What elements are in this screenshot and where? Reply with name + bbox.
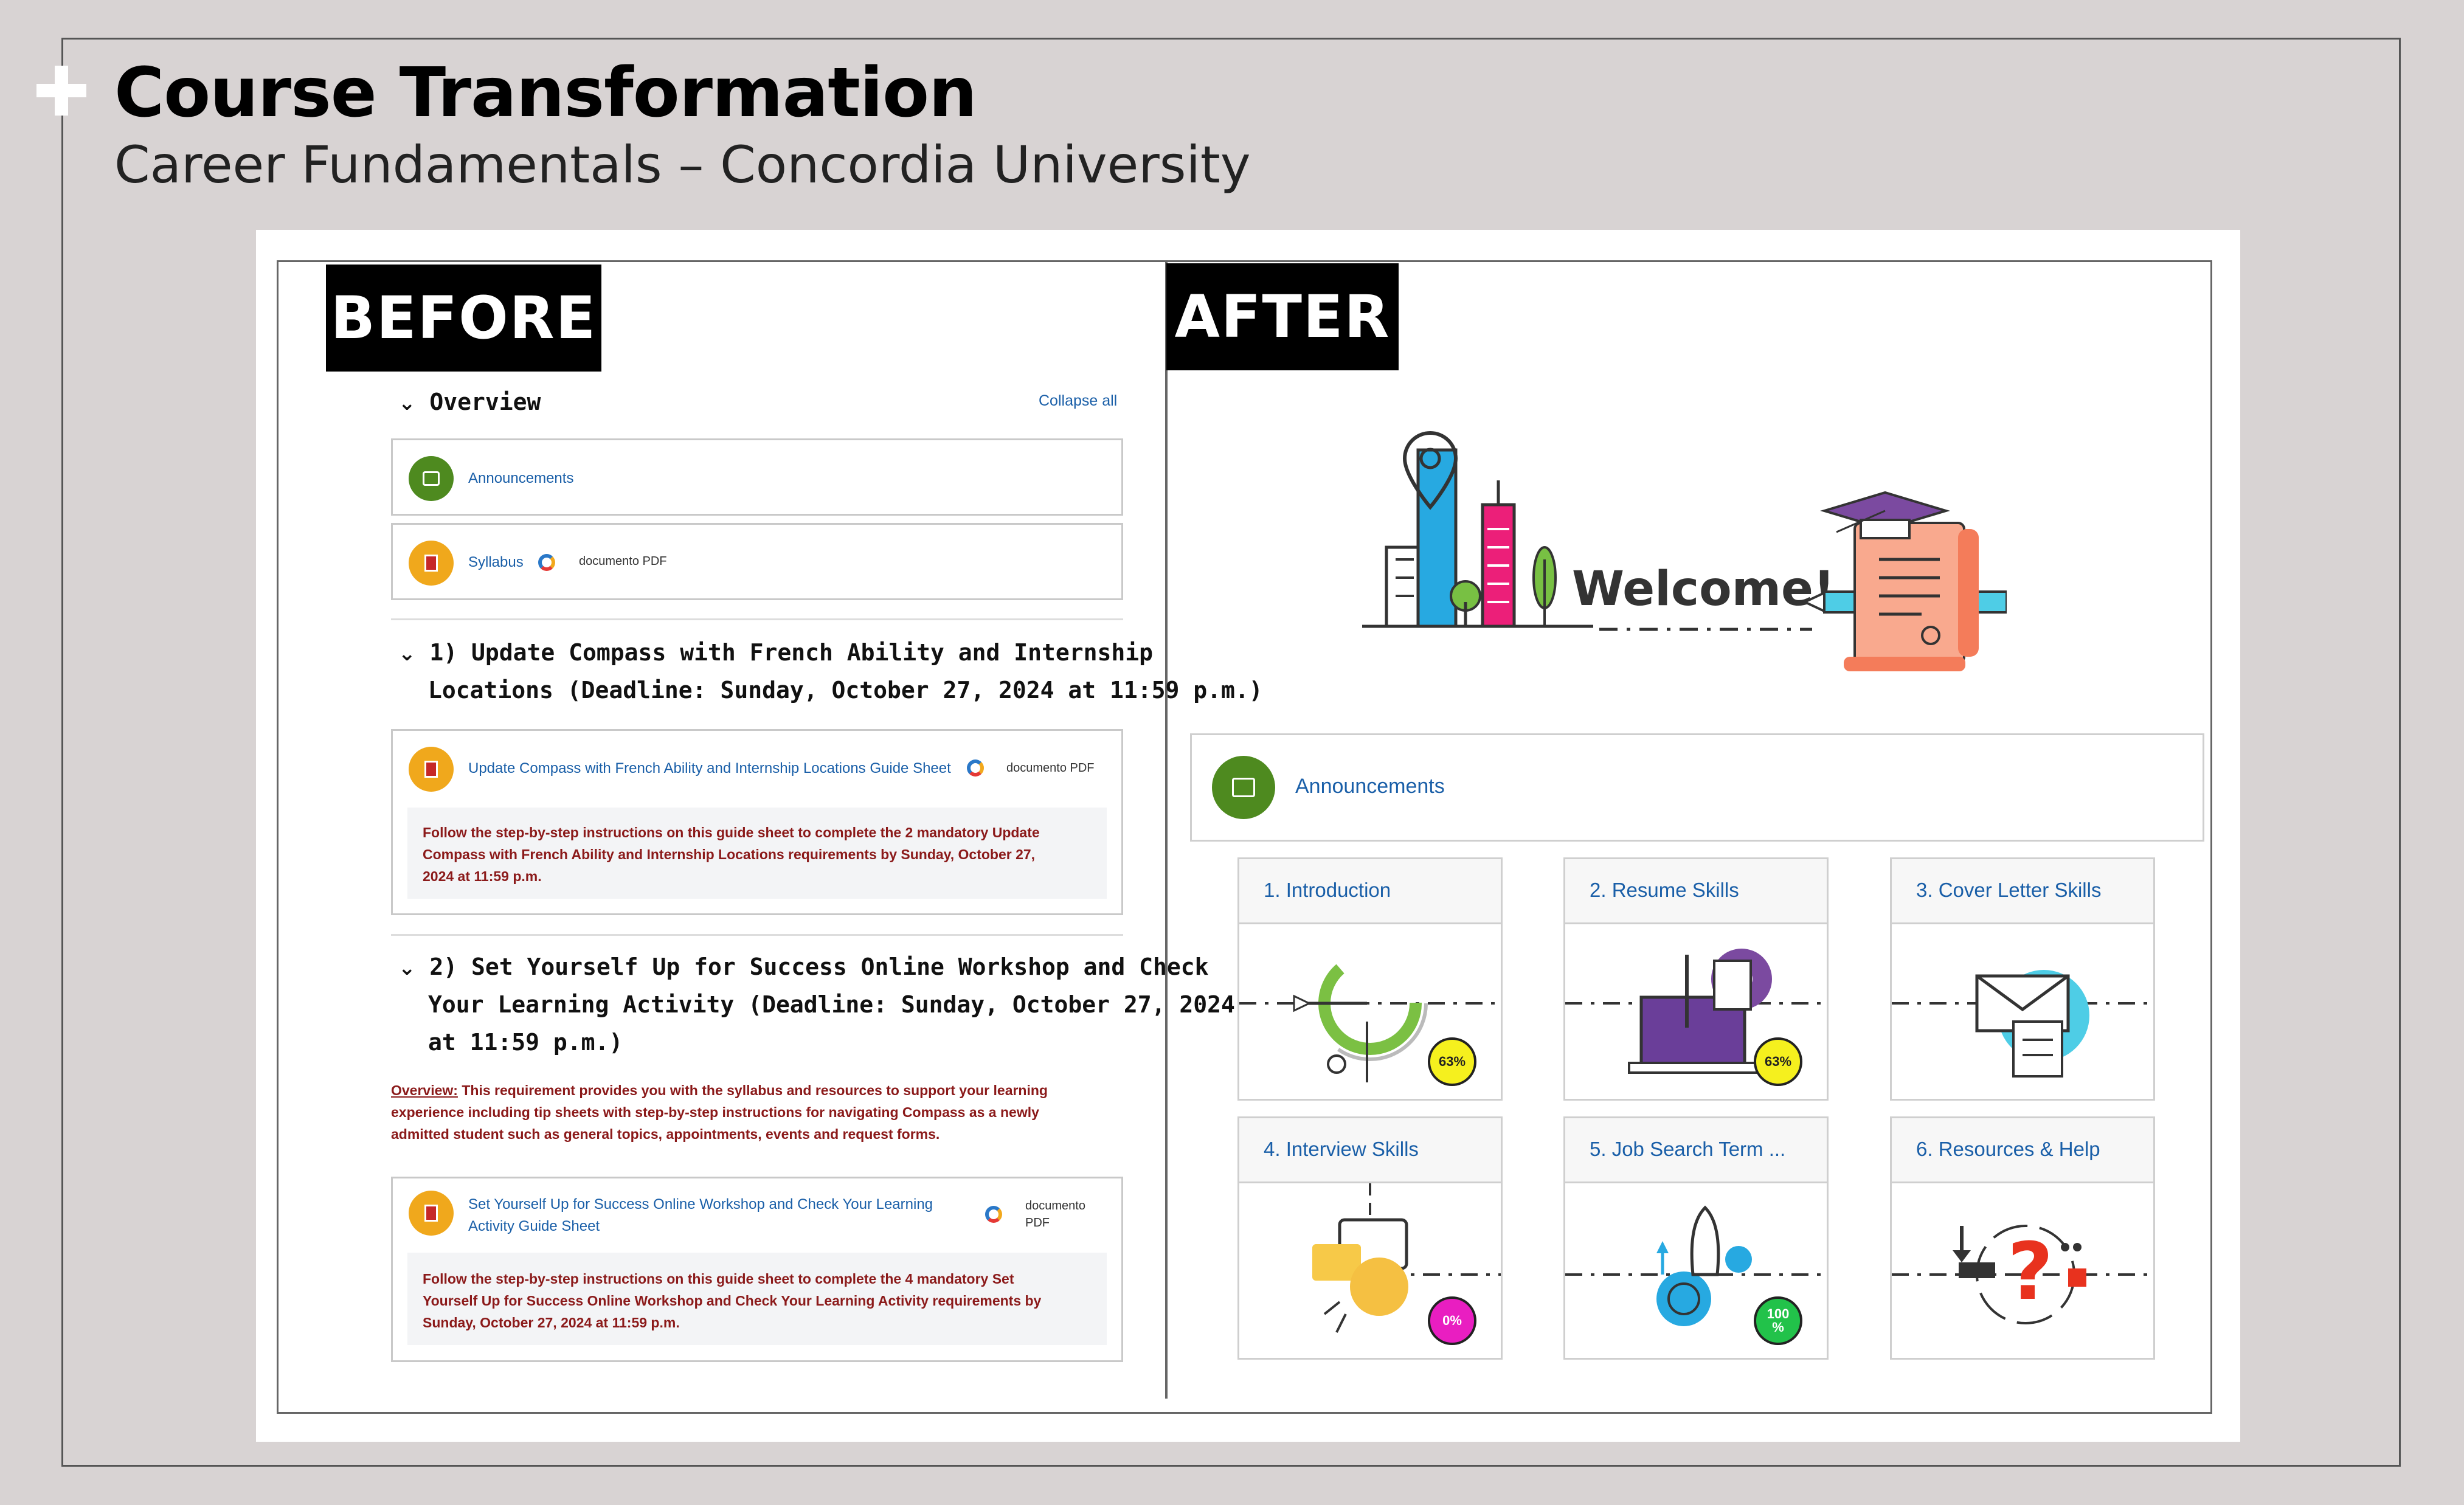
- module-tile-job-search[interactable]: 5. Job Search Term ... 100 %: [1563, 1116, 1829, 1360]
- welcome-banner: Welcome!: [1362, 431, 2007, 671]
- guide2-note-line3: Sunday, October 27, 2024 at 11:59 p.m.: [423, 1315, 680, 1330]
- overview-heading[interactable]: ⌄ Overview: [398, 383, 541, 422]
- guide2-note-line1: Follow the step-by-step instructions on …: [423, 1271, 1014, 1287]
- progress-badge: 63%: [1754, 1037, 1802, 1086]
- guide1-file-type: documento PDF: [1006, 761, 1095, 775]
- after-tag: AFTER: [1166, 263, 1399, 370]
- loading-icon: [985, 1206, 1002, 1223]
- tile-label: 1. Introduction: [1264, 879, 1391, 901]
- announcements-icon: [409, 456, 454, 501]
- section-separator: [391, 618, 1123, 620]
- progress-badge-unit: %: [1772, 1320, 1784, 1335]
- chevron-down-icon: ⌄: [398, 642, 416, 666]
- guide2-link-line1[interactable]: Set Yourself Up for Success Online Works…: [468, 1194, 933, 1215]
- tile-label: 4. Interview Skills: [1264, 1138, 1419, 1160]
- announcements-link[interactable]: Announcements: [468, 468, 573, 489]
- progress-badge: 0%: [1428, 1296, 1476, 1345]
- section1-heading[interactable]: ⌄ 1) Update Compass with French Ability …: [398, 634, 1153, 673]
- module-tile-interview-skills[interactable]: 4. Interview Skills 0%: [1237, 1116, 1503, 1360]
- guide1-note-line3: 2024 at 11:59 p.m.: [423, 868, 542, 884]
- section1-heading-line1: 1) Update Compass with French Ability an…: [429, 639, 1154, 666]
- overview-paragraph-line2: experience including tip sheets with ste…: [391, 1104, 1039, 1120]
- panel-divider: [1165, 261, 1168, 1399]
- guide2-link-line2[interactable]: Activity Guide Sheet: [468, 1216, 600, 1237]
- guide2-file-type-line2: PDF: [1025, 1216, 1050, 1230]
- section1-heading-line2: Locations (Deadline: Sunday, October 27,…: [428, 677, 1263, 704]
- guide1-note-line2: Compass with French Ability and Internsh…: [423, 846, 1036, 862]
- overview-heading-label: Overview: [429, 389, 541, 415]
- pdf-file-icon: [409, 747, 454, 792]
- overview-paragraph-line1: Overview: This requirement provides you …: [391, 1079, 1048, 1101]
- syllabus-link[interactable]: Syllabus: [468, 552, 524, 573]
- section2-heading-line2: Your Learning Activity (Deadline: Sunday…: [428, 991, 1235, 1018]
- progress-badge: 100 %: [1754, 1296, 1802, 1345]
- module-tile-resources-help[interactable]: 6. Resources & Help ?: [1890, 1116, 2155, 1360]
- module-tile-introduction[interactable]: 1. Introduction 63%: [1237, 857, 1503, 1101]
- collapse-all-link[interactable]: Collapse all: [1039, 392, 1117, 410]
- loading-icon: [967, 759, 984, 777]
- chevron-down-icon: ⌄: [398, 391, 416, 415]
- overview-label: Overview:: [391, 1082, 458, 1098]
- chevron-down-icon: ⌄: [398, 956, 416, 980]
- guide2-note-line2: Yourself Up for Success Online Workshop …: [423, 1293, 1042, 1309]
- syllabus-file-type: documento PDF: [579, 555, 667, 568]
- progress-badge: 63%: [1428, 1037, 1476, 1086]
- question-mark-icon: ?: [1892, 1225, 2153, 1324]
- pdf-file-icon: [409, 1191, 454, 1236]
- guide1-link[interactable]: Update Compass with French Ability and I…: [468, 758, 951, 779]
- section2-heading[interactable]: ⌄ 2) Set Yourself Up for Success Online …: [398, 948, 1209, 987]
- overview-text-line1: This requirement provides you with the s…: [457, 1082, 1048, 1098]
- welcome-text: Welcome!: [1572, 562, 1835, 617]
- announcements-icon: [1212, 756, 1275, 819]
- guide1-note-line1: Follow the step-by-step instructions on …: [423, 825, 1040, 840]
- section2-heading-line1: 2) Set Yourself Up for Success Online Wo…: [429, 953, 1209, 980]
- envelope-icon: [1892, 970, 2153, 1078]
- section-separator: [391, 934, 1123, 936]
- plus-icon: [36, 66, 86, 116]
- before-tag: BEFORE: [326, 265, 601, 372]
- guide2-file-type-line1: documento: [1025, 1199, 1085, 1213]
- announcements-link[interactable]: Announcements: [1295, 775, 1445, 798]
- tile-label: 3. Cover Letter Skills: [1916, 879, 2102, 901]
- overview-paragraph-line3: admitted student such as general topics,…: [391, 1126, 940, 1142]
- tile-label: 5. Job Search Term ...: [1590, 1138, 1786, 1160]
- module-tile-cover-letter-skills[interactable]: 3. Cover Letter Skills: [1890, 857, 2155, 1101]
- pdf-file-icon: [409, 541, 454, 586]
- module-tile-resume-skills[interactable]: 2. Resume Skills 63%: [1563, 857, 1829, 1101]
- slide-subtitle: Career Fundamentals – Concordia Universi…: [114, 135, 1251, 195]
- progress-badge-value: 100: [1767, 1306, 1790, 1321]
- loading-icon: [538, 554, 555, 571]
- svg-text:?: ?: [2007, 1225, 2053, 1318]
- slide-title: Course Transformation: [114, 54, 977, 133]
- tile-label: 6. Resources & Help: [1916, 1138, 2100, 1160]
- section2-heading-line3: at 11:59 p.m.): [428, 1029, 623, 1056]
- tile-label: 2. Resume Skills: [1590, 879, 1739, 901]
